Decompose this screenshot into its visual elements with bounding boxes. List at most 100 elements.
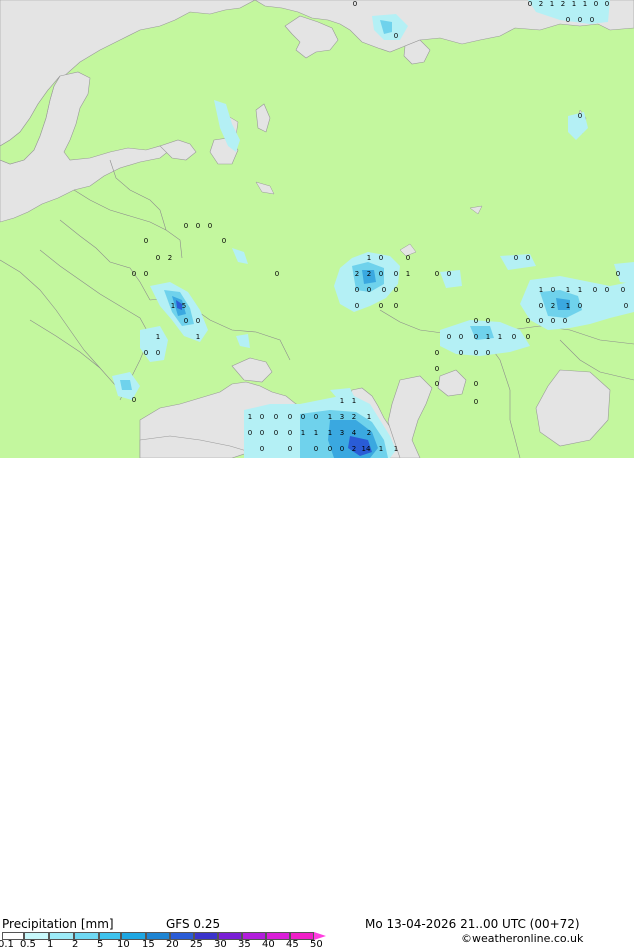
point-value: 1 — [352, 397, 356, 405]
point-value: 0 — [314, 413, 318, 421]
scale-label: 45 — [286, 939, 299, 950]
point-value: 0 — [435, 365, 439, 373]
point-value: 3 — [340, 429, 344, 437]
point-value: 0 — [459, 333, 463, 341]
point-value: 1 — [379, 445, 383, 453]
point-value: 0 — [288, 413, 292, 421]
point-value: 14 — [362, 445, 371, 453]
point-value: 0 — [539, 317, 543, 325]
point-value: 0 — [382, 286, 386, 294]
point-value: 2 — [367, 270, 371, 278]
point-value: 0 — [328, 445, 332, 453]
point-value: 0 — [474, 398, 478, 406]
legend-footer: Precipitation [mm] GFS 0.25 Mo 13-04-202… — [0, 458, 634, 950]
point-value: 0 — [566, 16, 570, 24]
point-value: 1 — [539, 286, 543, 294]
point-value: 2 — [355, 270, 359, 278]
point-value: 0 — [406, 254, 410, 262]
point-value: 0 — [222, 237, 226, 245]
point-value: 0 — [394, 32, 398, 40]
point-value: 0 — [260, 429, 264, 437]
point-value: 0 — [528, 0, 532, 8]
point-value: 0 — [353, 0, 357, 8]
point-value: 1 — [394, 445, 398, 453]
point-value: 0 — [486, 349, 490, 357]
scale-arrow-icon — [314, 932, 326, 940]
point-value: 0 — [196, 317, 200, 325]
point-value: 0 — [486, 317, 490, 325]
point-value: 1 — [248, 413, 252, 421]
point-value: 0 — [539, 302, 543, 310]
scale-label: 15 — [142, 939, 155, 950]
point-value: 1 — [486, 333, 490, 341]
point-value: 0 — [526, 254, 530, 262]
point-value: 0 — [624, 302, 628, 310]
point-value: 2 — [168, 254, 172, 262]
point-value: 5 — [182, 302, 186, 310]
point-value: 1 — [328, 429, 332, 437]
model-name: GFS 0.25 — [166, 917, 221, 931]
point-value: 3 — [340, 413, 344, 421]
scale-label: 5 — [97, 939, 104, 950]
scale-label: 25 — [190, 939, 203, 950]
point-value: 0 — [578, 16, 582, 24]
scale-label: 1 — [47, 939, 54, 950]
point-value: 0 — [379, 302, 383, 310]
scale-label: 10 — [117, 939, 130, 950]
point-value: 0 — [474, 380, 478, 388]
point-value: 0 — [132, 270, 136, 278]
point-value: 0 — [514, 254, 518, 262]
point-value: 1 — [572, 0, 576, 8]
point-value: 1 — [367, 254, 371, 262]
point-value: 0 — [379, 254, 383, 262]
scale-label: 30 — [214, 939, 227, 950]
point-value: 0 — [551, 286, 555, 294]
point-value: 1 — [566, 302, 570, 310]
scale-label: 0.5 — [20, 939, 36, 950]
scale-label: 40 — [262, 939, 275, 950]
scale-label: 20 — [166, 939, 179, 950]
point-value: 0 — [594, 0, 598, 8]
point-value: 0 — [435, 380, 439, 388]
point-value: 0 — [621, 286, 625, 294]
point-value: 0 — [274, 413, 278, 421]
point-value: 1 — [196, 333, 200, 341]
point-value: 0 — [301, 413, 305, 421]
point-value: 0 — [435, 349, 439, 357]
point-value: 0 — [526, 317, 530, 325]
point-value: 1 — [367, 413, 371, 421]
scale-label: 35 — [238, 939, 251, 950]
point-value: 0 — [288, 445, 292, 453]
point-value: 4 — [352, 429, 357, 437]
point-value: 0 — [144, 237, 148, 245]
weather-map: 0 0 2 1 2 1 1 0 00 0 0000 0 00 00 2 1 0 0 0 00 0 0 2 2 0 0 1 0 0 00 0 0… — [0, 0, 634, 458]
point-value: 0 — [288, 429, 292, 437]
point-value: 0 — [379, 270, 383, 278]
point-value: 0 — [474, 349, 478, 357]
point-value: 0 — [274, 429, 278, 437]
point-value: 0 — [605, 286, 609, 294]
point-value: 0 — [340, 445, 344, 453]
point-value: 2 — [352, 413, 356, 421]
point-value: 0 — [474, 317, 478, 325]
point-value: 0 — [435, 270, 439, 278]
point-value: 0 — [459, 349, 463, 357]
point-value: 0 — [260, 445, 264, 453]
point-value: 1 — [578, 286, 582, 294]
point-value: 2 — [551, 302, 555, 310]
point-value: 0 — [355, 286, 359, 294]
point-value: 0 — [156, 254, 160, 262]
point-value: 0 — [144, 349, 148, 357]
point-value: 0 — [474, 333, 478, 341]
point-value: 0 — [578, 302, 582, 310]
scale-label: 50 — [310, 939, 323, 950]
point-value: 2 — [561, 0, 565, 8]
valid-datetime: Mo 13-04-2026 21..00 UTC (00+72) — [365, 917, 580, 931]
point-value: 0 — [260, 413, 264, 421]
point-value: 0 — [590, 16, 594, 24]
point-value: 0 — [184, 222, 188, 230]
point-value: 0 — [208, 222, 212, 230]
point-value: 2 — [352, 445, 356, 453]
scale-label: 2 — [72, 939, 79, 950]
point-value: 1 — [566, 286, 570, 294]
